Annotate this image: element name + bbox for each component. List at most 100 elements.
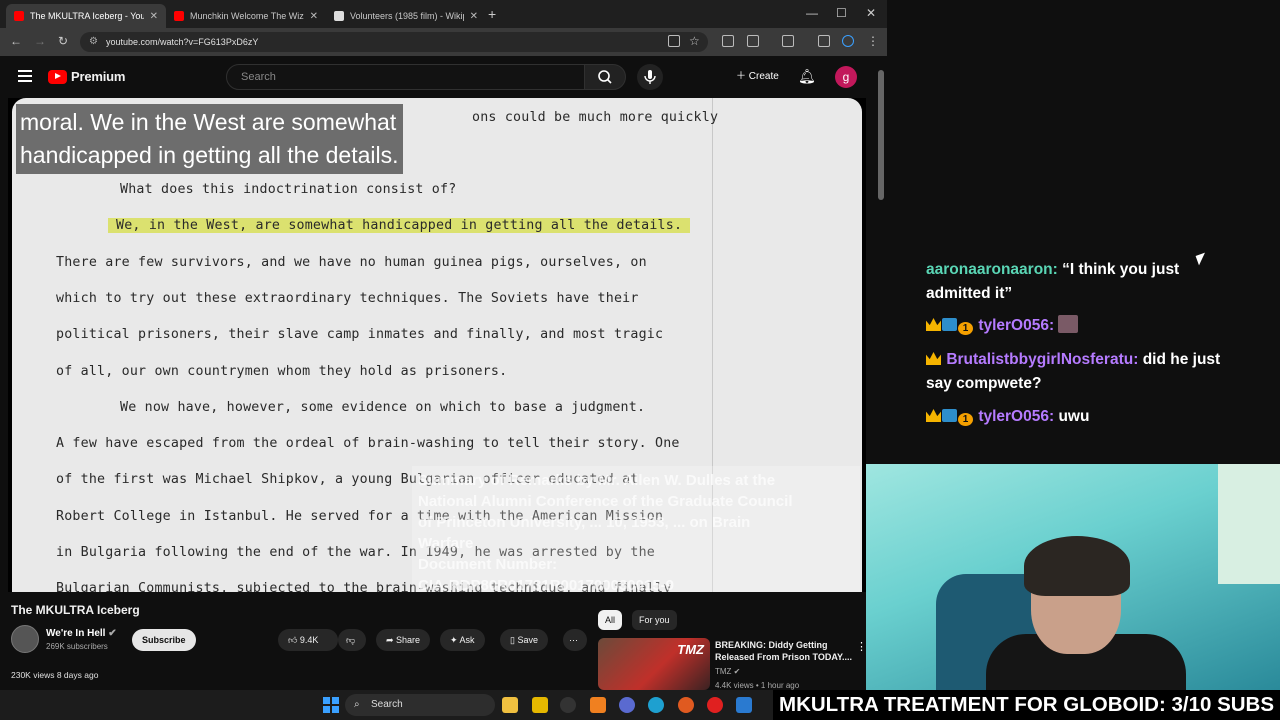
stream-chat-overlay: aaronaaronaaron: “I think you just admit… <box>887 0 1280 464</box>
verified-icon: ✔ <box>108 628 117 639</box>
like-button[interactable]: 👍︎ 9.4K <box>278 629 338 651</box>
logo-text: Premium <box>71 69 126 84</box>
crown-badge-icon <box>926 352 941 365</box>
url-text: youtube.com/watch?v=FG613PxD6zY <box>106 37 259 47</box>
doc-line: We now have, however, some evidence on w… <box>120 400 646 415</box>
app-icon[interactable] <box>619 697 635 713</box>
create-button[interactable]: ＋ Create <box>726 64 789 90</box>
crown-badge-icon <box>926 409 941 422</box>
search-input[interactable]: Search <box>226 64 585 90</box>
taskbar-search[interactable]: ⌕ Search <box>345 694 495 716</box>
youtube-logo[interactable]: Premium <box>48 69 125 84</box>
tab-volunteers-wiki[interactable]: Volunteers (1985 film) - Wikipe... ✕ <box>326 4 486 28</box>
file-explorer-icon[interactable] <box>502 697 518 713</box>
subtitle-caption: moral. We in the West are somewhat handi… <box>16 104 403 174</box>
vscode-icon[interactable] <box>736 697 752 713</box>
emote-icon <box>1058 315 1079 333</box>
app-icon[interactable] <box>707 697 723 713</box>
subscriber-badge-icon <box>942 409 957 422</box>
app-icon[interactable] <box>532 697 548 713</box>
minimize-icon[interactable]: — <box>806 6 818 20</box>
chat-username: tylerO056: <box>978 317 1055 334</box>
close-tab-icon[interactable]: ✕ <box>150 11 158 22</box>
ask-label: Ask <box>459 635 475 645</box>
chat-message: 1 tylerO056: <box>926 314 1246 338</box>
chat-message: 1 tylerO056: uwu <box>926 405 1246 429</box>
search-icon <box>598 70 612 84</box>
stream-goal-banner: MKULTRA TREATMENT FOR GLOBOID: 3/10 SUBS <box>773 690 1280 720</box>
youtube-favicon-icon <box>14 11 24 21</box>
back-icon[interactable]: ← <box>10 34 22 48</box>
menu-dots-icon[interactable]: ⋮ <box>867 34 879 48</box>
doc-line: A few have escaped from the ordeal of br… <box>56 436 680 451</box>
firefox-icon[interactable] <box>678 697 694 713</box>
subscriber-count: 269K subscribers <box>46 642 108 651</box>
new-tab-icon[interactable]: + <box>488 6 496 22</box>
chip-for-you[interactable]: For you <box>632 610 677 630</box>
maximize-icon[interactable]: ☐ <box>836 6 847 20</box>
search-button[interactable] <box>584 64 626 90</box>
tab-label: Munchkin Welcome The Wizard <box>190 11 304 21</box>
share-button[interactable]: ➦ Share <box>376 629 431 651</box>
channel-avatar[interactable] <box>11 625 39 653</box>
subscriber-badge-icon <box>942 318 957 331</box>
window-background <box>1218 464 1280 584</box>
extension-icon[interactable] <box>722 35 734 47</box>
search-icon: ⌕ <box>354 699 360 710</box>
bookmark-star-icon[interactable]: ☆ <box>689 34 700 48</box>
windows-start-icon[interactable] <box>323 697 339 713</box>
chat-username: aaronaaronaaron: <box>926 261 1058 278</box>
ask-button[interactable]: ✦ Ask <box>440 629 485 651</box>
puzzle-icon[interactable] <box>747 35 759 47</box>
reload-icon[interactable]: ↻ <box>58 34 68 48</box>
close-tab-icon[interactable]: ✕ <box>310 11 318 22</box>
hamburger-menu-icon[interactable] <box>18 70 32 82</box>
profile-icon[interactable] <box>842 35 854 47</box>
subscribe-button[interactable]: Subscribe <box>132 629 196 651</box>
save-button[interactable]: ▯ Save <box>500 629 548 651</box>
media-icon[interactable] <box>782 35 794 47</box>
account-avatar[interactable]: g <box>835 66 857 88</box>
chip-all[interactable]: All <box>598 610 623 630</box>
caption-line: moral. We in the West are somewhat <box>20 109 397 135</box>
voice-search-button[interactable] <box>637 64 663 90</box>
forward-icon[interactable]: → <box>34 34 46 48</box>
playlist-icon[interactable] <box>818 35 830 47</box>
recommended-video-thumbnail[interactable]: TMZ <box>598 638 710 690</box>
install-icon[interactable] <box>668 35 680 47</box>
tab-label: Volunteers (1985 film) - Wikipe... <box>350 11 464 21</box>
chat-username: tylerO056: <box>978 408 1055 425</box>
taskbar-search-label: Search <box>371 699 403 710</box>
chat-text: uwu <box>1058 408 1090 425</box>
site-info-icon[interactable]: ⚙ <box>89 32 98 52</box>
tab-strip: The MKULTRA Iceberg - You ✕ Munchkin Wel… <box>0 0 887 28</box>
recommended-channel[interactable]: TMZ ✔ <box>715 667 740 676</box>
citation-line: Warfare <box>418 535 474 552</box>
video-player[interactable]: ons could be much more quickly What does… <box>8 98 866 592</box>
citation-line: Document Number: <box>418 556 558 573</box>
doc-line-highlighted: We, in the West, are somewhat handicappe… <box>108 218 691 233</box>
screen: The MKULTRA Iceberg - You ✕ Munchkin Wel… <box>0 0 1280 720</box>
tier-one-badge-icon: 1 <box>958 322 973 335</box>
like-count: 9.4K <box>299 635 319 645</box>
url-field[interactable]: ⚙ youtube.com/watch?v=FG613PxD6zY <box>80 32 708 52</box>
thumbnail-text: TMZ <box>677 642 704 657</box>
channel-name[interactable]: We're In Hell ✔ <box>46 628 117 639</box>
address-bar-row: ← → ↻ ⚙ youtube.com/watch?v=FG613PxD6zY … <box>0 28 887 56</box>
view-count-and-date: 230K views 8 days ago <box>11 670 99 680</box>
edge-icon[interactable] <box>648 697 664 713</box>
mic-icon <box>644 70 656 84</box>
more-actions-button[interactable]: ⋯ <box>563 629 587 651</box>
recommended-video-title[interactable]: BREAKING: Diddy Getting Released From Pr… <box>715 639 855 663</box>
notifications-bell-icon[interactable]: 🔔︎ <box>798 68 816 85</box>
tab-munchkin[interactable]: Munchkin Welcome The Wizard ✕ <box>166 4 326 28</box>
video-title: The MKULTRA Iceberg <box>11 603 140 617</box>
vlc-icon[interactable] <box>590 697 606 713</box>
close-window-icon[interactable]: ✕ <box>866 6 876 20</box>
scrollbar-thumb[interactable] <box>878 70 884 200</box>
close-tab-icon[interactable]: ✕ <box>470 11 478 22</box>
doc-line: of all, our own countrymen whom they hol… <box>56 364 508 379</box>
dislike-button[interactable]: 👎︎ <box>338 629 366 651</box>
app-icon[interactable] <box>560 697 576 713</box>
tab-mkultra-iceberg[interactable]: The MKULTRA Iceberg - You ✕ <box>6 4 166 28</box>
